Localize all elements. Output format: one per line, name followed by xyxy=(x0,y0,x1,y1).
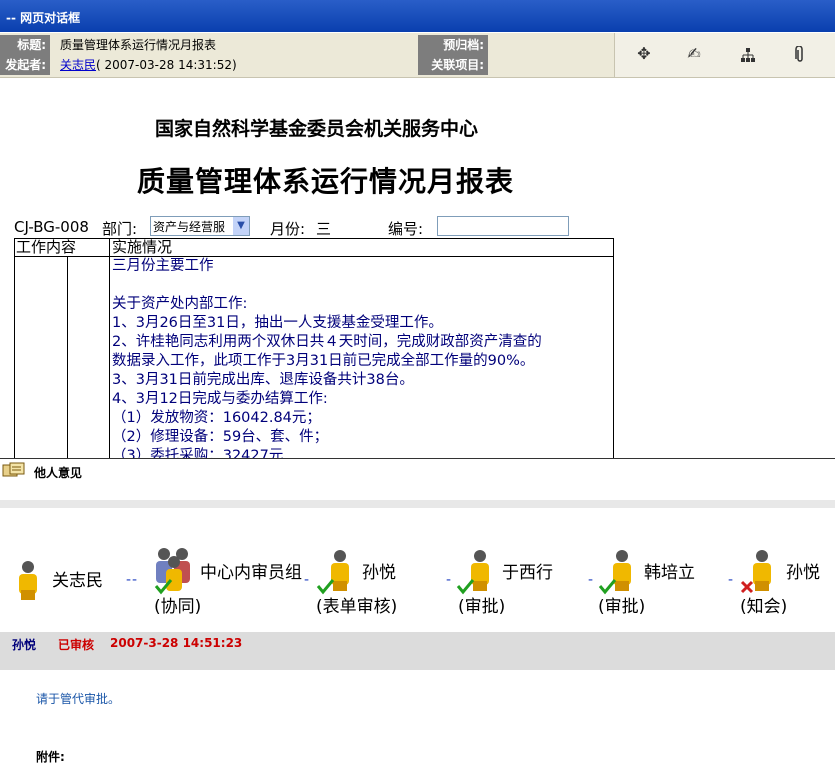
flow-connector: -- xyxy=(126,572,139,588)
sender-time: ( 2007-03-28 14:31:52) xyxy=(96,58,237,72)
dept-label: 部门: xyxy=(102,220,138,238)
month-label: 月份: xyxy=(270,220,306,238)
flow-node-name[interactable]: 于西行 xyxy=(502,558,553,583)
workflow-diagram: 关志民 -- 中心内审员组 (协同) - 孙悦 (表单审核) - 于西行 (审批… xyxy=(0,508,835,632)
flow-node-role: (协同) xyxy=(154,597,202,617)
flow-node-name[interactable]: 孙悦 xyxy=(786,558,820,583)
flow-node-name[interactable]: 韩培立 xyxy=(644,558,695,583)
text-line: 2、许桂艳同志利用两个双休日共４天时间，完成财政部资产清查的 xyxy=(112,334,542,350)
flow-connector: - xyxy=(728,572,735,588)
text-line: 1、3月26日至31日，抽出一人支援基金受理工作。 xyxy=(112,315,443,331)
attachment-icon[interactable] xyxy=(785,39,815,69)
toolbar: ✥ ✍ xyxy=(614,33,835,77)
opinion-entry: 孙悦 已审核 2007-3-28 14:51:23 请于管代审批。 附件: xyxy=(0,632,835,768)
document-area[interactable]: 国家自然科学基金委员会机关服务中心 质量管理体系运行情况月报表 CJ-BG-00… xyxy=(0,78,835,459)
text-line: （3）委托采购：32427元 xyxy=(112,448,284,459)
flow-node-role: (表单审核) xyxy=(316,597,398,617)
number-field[interactable] xyxy=(437,216,569,236)
opinion-status: 已审核 xyxy=(58,638,95,652)
col-header-implementation: 实施情况 xyxy=(112,238,173,256)
flow-connector: - xyxy=(446,572,453,588)
implementation-text: 三月份主要工作 关于资产处内部工作: 1、3月26日至31日，抽出一人支援基金受… xyxy=(112,257,607,459)
report-title: 质量管理体系运行情况月报表 xyxy=(137,165,515,198)
text-line: 关于资产处内部工作: xyxy=(112,296,248,312)
flow-node-role: (审批) xyxy=(458,597,506,617)
flow-connector: - xyxy=(588,572,595,588)
report-table: 工作内容 实施情况 三月份主要工作 关于资产处内部工作: 1、3月26日至31日… xyxy=(14,238,614,459)
attachment-label: 附件: xyxy=(36,750,65,764)
opinion-time: 2007-3-28 14:51:23 xyxy=(110,636,243,650)
number-label: 编号: xyxy=(388,220,424,238)
handshake-icon[interactable]: ✍ xyxy=(679,39,709,69)
opinions-icon xyxy=(2,462,25,477)
chevron-down-icon[interactable]: ▼ xyxy=(233,217,249,235)
dept-select[interactable]: 资产与经营服 ▼ xyxy=(150,216,250,236)
dialog-title: -- 网页对话框 xyxy=(6,11,81,25)
dialog-title-bar: -- 网页对话框 xyxy=(0,0,835,32)
month-value: 三 xyxy=(316,220,332,238)
opinion-header-bar: 孙悦 已审核 2007-3-28 14:51:23 xyxy=(0,632,835,670)
text-line: 三月份主要工作 xyxy=(112,258,214,274)
title-label: 标题: xyxy=(0,35,50,55)
text-line: 4、3月12日完成与委办结算工作: xyxy=(112,391,328,407)
org-heading: 国家自然科学基金委员会机关服务中心 xyxy=(155,118,479,140)
form-code: CJ-BG-008 xyxy=(14,218,89,236)
sender-label: 发起者: xyxy=(0,55,50,75)
opinion-user: 孙悦 xyxy=(12,638,37,652)
flow-node-name[interactable]: 孙悦 xyxy=(362,558,396,583)
text-line xyxy=(112,276,607,295)
opinions-title: 他人意见 xyxy=(34,466,83,480)
text-line: （1）发放物资：16042.84元； xyxy=(112,410,321,426)
related-label: 关联项目: xyxy=(418,55,488,75)
text-line: （2）修理设备：59台、套、件； xyxy=(112,429,329,445)
flow-node-role: (知会) xyxy=(740,597,788,617)
text-line: 数据录入工作，此项工作于3月31日前已完成全部工作量的90%。 xyxy=(112,353,535,369)
org-tree-icon[interactable] xyxy=(733,39,763,69)
dept-select-value: 资产与经营服 xyxy=(153,220,226,234)
divider xyxy=(0,500,835,508)
flow-node-name[interactable]: 关志民 xyxy=(52,566,103,591)
title-value: 质量管理体系运行情况月报表 xyxy=(60,38,217,52)
move-icon[interactable]: ✥ xyxy=(629,39,659,69)
sender-name-link[interactable]: 关志民 xyxy=(60,58,96,72)
flow-connector: - xyxy=(304,572,311,588)
col-header-content: 工作内容 xyxy=(16,238,77,256)
text-line: 3、3月31日前完成出库、退库设备共计38台。 xyxy=(112,372,414,388)
archive-label: 预归档: xyxy=(418,35,488,55)
person-icon xyxy=(19,561,37,600)
flow-node-name[interactable]: 中心内审员组 xyxy=(200,558,302,583)
flow-node-role: (审批) xyxy=(598,597,646,617)
sender-field: 关志民( 2007-03-28 14:31:52) xyxy=(60,55,237,75)
opinion-text: 请于管代审批。 xyxy=(36,692,121,706)
